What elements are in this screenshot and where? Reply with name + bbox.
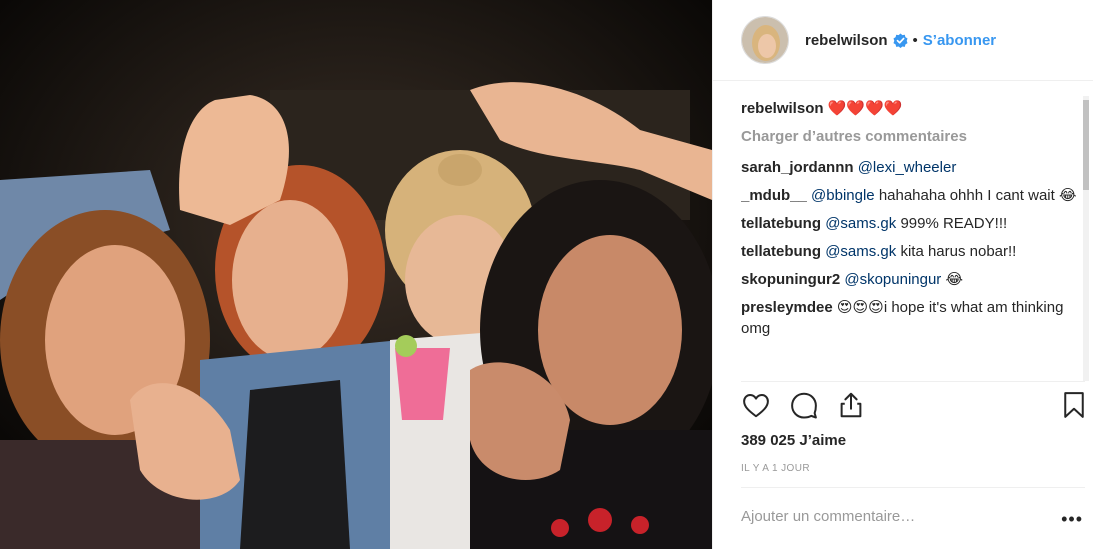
divider (741, 381, 1085, 382)
post-author-username[interactable]: rebelwilson (805, 32, 888, 49)
post-header: rebelwilson • S’abonner (713, 0, 1093, 81)
post-sidebar: rebelwilson • S’abonner rebelwilson ❤️❤️… (712, 0, 1093, 549)
comment-username[interactable]: sarah_jordannn (741, 159, 854, 176)
more-options-button[interactable]: ••• (1061, 509, 1083, 530)
comment-icon[interactable] (789, 390, 819, 420)
caption: rebelwilson ❤️❤️❤️❤️ (741, 98, 1086, 119)
follow-button[interactable]: S’abonner (923, 32, 996, 49)
post-photo[interactable] (0, 0, 712, 549)
comments-list[interactable]: rebelwilson ❤️❤️❤️❤️ Charger d’autres co… (741, 98, 1086, 381)
caption-username[interactable]: rebelwilson (741, 100, 824, 117)
add-comment-input[interactable] (741, 508, 1041, 525)
comment-item: _mdub__ @bbingle hahahaha ohhh I cant wa… (741, 185, 1086, 206)
comment-mention[interactable]: @lexi_wheeler (858, 159, 957, 176)
comment-mention[interactable]: @sams.gk (825, 243, 896, 260)
comments-scrollbar[interactable] (1083, 96, 1089, 381)
comment-text: 😂 (945, 271, 963, 288)
avatar-image (742, 17, 788, 63)
divider (741, 487, 1085, 488)
scrollbar-thumb[interactable] (1083, 100, 1089, 190)
comment-username[interactable]: tellatebung (741, 215, 821, 232)
comment-item: skopuningur2 @skopuningur 😂 (741, 269, 1086, 290)
comment-item: tellatebung @sams.gk 999% READY!!! (741, 213, 1086, 234)
comment-username[interactable]: presleymdee (741, 299, 833, 316)
comment-username[interactable]: tellatebung (741, 243, 821, 260)
caption-text: ❤️❤️❤️❤️ (827, 100, 903, 117)
action-bar (741, 390, 1086, 428)
header-separator: • (912, 31, 918, 49)
comment-text: 999% READY!!! (900, 215, 1008, 232)
comment-text: hahahaha ohhh I cant wait 😂 (878, 187, 1077, 204)
instagram-post: rebelwilson • S’abonner rebelwilson ❤️❤️… (0, 0, 1093, 549)
comment-username[interactable]: skopuningur2 (741, 271, 840, 288)
verified-badge-icon (893, 32, 908, 48)
comment-item: sarah_jordannn @lexi_wheeler (741, 157, 1086, 178)
comment-mention[interactable]: @skopuningur (844, 271, 941, 288)
post-timestamp[interactable]: IL Y A 1 JOUR (741, 463, 810, 474)
comment-mention[interactable]: @sams.gk (825, 215, 896, 232)
avatar[interactable] (741, 16, 789, 64)
share-icon[interactable] (836, 390, 866, 420)
load-more-comments-button[interactable]: Charger d’autres commentaires (741, 126, 1086, 147)
bookmark-icon[interactable] (1059, 390, 1089, 420)
comment-mention[interactable]: @bbingle (811, 187, 875, 204)
comment-text: kita harus nobar!! (900, 243, 1017, 260)
comment-item: tellatebung @sams.gk kita harus nobar!! (741, 241, 1086, 262)
heart-icon[interactable] (741, 390, 771, 420)
comment-item: presleymdee 😍😍😍i hope it's what am think… (741, 297, 1086, 339)
comment-username[interactable]: _mdub__ (741, 187, 807, 204)
likes-count[interactable]: 389 025 J’aime (741, 432, 846, 449)
group-selfie-image (0, 0, 712, 549)
